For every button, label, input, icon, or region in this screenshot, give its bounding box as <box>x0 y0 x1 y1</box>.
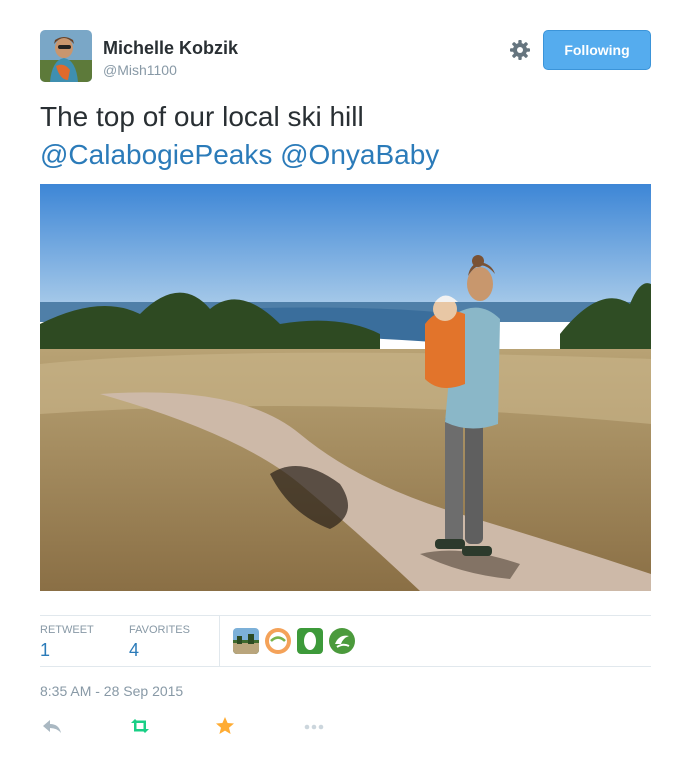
mention-calabogiepeaks[interactable]: @CalabogiePeaks <box>40 139 272 170</box>
gear-icon[interactable] <box>508 38 532 62</box>
tweet-mentions: @CalabogiePeaks @OnyaBaby <box>40 136 660 174</box>
more-icon[interactable] <box>302 714 326 738</box>
following-button[interactable]: Following <box>543 30 651 70</box>
favoriter-avatar-4[interactable] <box>329 628 355 654</box>
favorites-stat-label: FAVORITES <box>129 624 190 636</box>
retweet-stat-label: RETWEET <box>40 624 94 636</box>
tweet-text: The top of our local ski hill @Calabogie… <box>40 98 660 174</box>
stats-separator <box>219 616 220 666</box>
reply-icon[interactable] <box>40 714 64 738</box>
retweet-count[interactable]: 1 <box>40 640 94 661</box>
favoriter-avatar-1[interactable] <box>233 628 259 654</box>
mention-onyababy[interactable]: @OnyaBaby <box>280 139 439 170</box>
tweet-actions <box>40 714 340 738</box>
user-handle[interactable]: @Mish1100 <box>103 62 177 78</box>
user-name[interactable]: Michelle Kobzik <box>103 38 238 59</box>
favoriter-avatar-3[interactable] <box>297 628 323 654</box>
retweet-icon[interactable] <box>128 714 152 738</box>
tweet-photo[interactable] <box>40 184 651 591</box>
tweet-text-line: The top of our local ski hill <box>40 101 364 132</box>
favorites-count[interactable]: 4 <box>129 640 190 661</box>
avatar[interactable] <box>40 30 92 82</box>
retweet-stat[interactable]: RETWEET 1 <box>40 624 94 661</box>
tweet-header: Michelle Kobzik @Mish1100 Following <box>40 30 651 82</box>
tweet-stats: RETWEET 1 FAVORITES 4 <box>40 616 651 666</box>
favorite-icon[interactable] <box>213 714 237 738</box>
favoriter-avatar-2[interactable] <box>265 628 291 654</box>
favorites-stat[interactable]: FAVORITES 4 <box>129 624 190 661</box>
tweet-timestamp[interactable]: 8:35 AM - 28 Sep 2015 <box>40 683 183 699</box>
divider-bottom <box>40 666 651 667</box>
